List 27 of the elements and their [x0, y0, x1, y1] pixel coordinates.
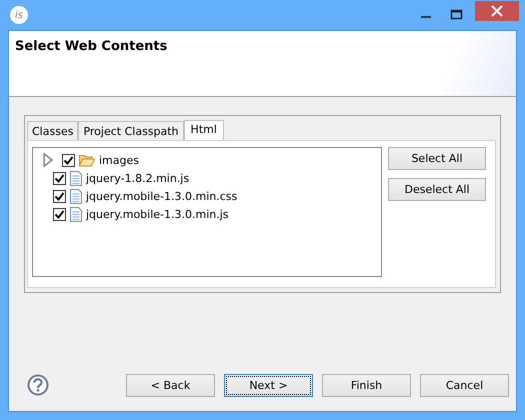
page-title: Select Web Contents: [15, 39, 168, 54]
tree-item-label[interactable]: jquery-1.8.2.min.js: [86, 172, 190, 184]
folder-icon: [79, 154, 95, 166]
file-icon: [70, 206, 82, 222]
checkbox[interactable]: [53, 208, 66, 220]
tree-item-label[interactable]: jquery.mobile-1.3.0.min.js: [86, 208, 229, 220]
close-button[interactable]: [475, 1, 519, 21]
expand-icon[interactable]: [41, 153, 55, 167]
button[interactable]: Cancel: [420, 374, 509, 397]
tab[interactable]: Html: [184, 120, 224, 140]
button[interactable]: Deselect All: [388, 178, 486, 201]
button[interactable]: Select All: [388, 147, 486, 170]
tab[interactable]: Classes: [27, 121, 78, 140]
tab[interactable]: Project Classpath: [78, 121, 184, 140]
button[interactable]: Next >: [224, 374, 313, 397]
button[interactable]: < Back: [126, 374, 215, 397]
app-icon: is: [10, 6, 28, 24]
close-icon[interactable]: [491, 5, 503, 17]
file-icon: [70, 170, 82, 186]
help-icon[interactable]: [27, 374, 49, 396]
checkbox[interactable]: [53, 172, 66, 184]
checkbox[interactable]: [62, 154, 75, 166]
file-icon: [70, 188, 82, 204]
button[interactable]: Finish: [322, 374, 411, 397]
tree-item-label[interactable]: images: [99, 154, 139, 166]
checkbox[interactable]: [53, 190, 66, 202]
tree-item-label[interactable]: jquery.mobile-1.3.0.min.css: [86, 190, 238, 202]
